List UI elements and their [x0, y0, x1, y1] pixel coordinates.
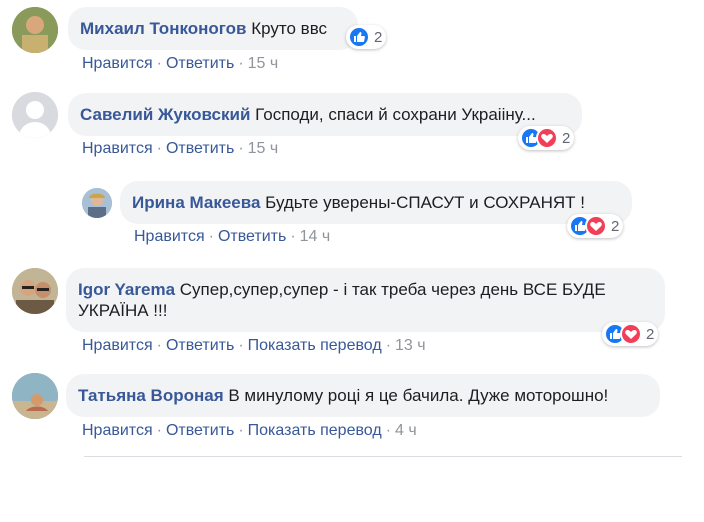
- comment-actions: Нравится · Ответить · Показать перевод · 13 ч: [82, 336, 426, 356]
- heart-icon: [585, 215, 607, 237]
- comment-bubble: Ирина Макеева Будьте уверены-СПАСУТ и СО…: [120, 181, 632, 224]
- comment-bubble: Igor Yarema Супер,супер,супер - і так тр…: [66, 268, 665, 332]
- like-link[interactable]: Нравится: [82, 140, 153, 157]
- separator: ·: [290, 228, 296, 245]
- like-link[interactable]: Нравится: [82, 422, 153, 439]
- comment-actions: Нравится · Ответить · 15 ч: [82, 54, 278, 74]
- comment-bubble: Татьяна Вороная В минулому році я це бач…: [66, 374, 660, 417]
- like-link[interactable]: Нравится: [82, 55, 153, 72]
- avatar-photo: [82, 188, 112, 218]
- reply-link[interactable]: Ответить: [166, 337, 234, 354]
- comment-text: Господи, спаси й сохрани Украiiну...: [255, 105, 536, 124]
- comment-actions: Нравится · Ответить · 15 ч: [82, 139, 278, 159]
- timestamp[interactable]: 13 ч: [395, 337, 426, 354]
- comment-bubble: Савелий Жуковский Господи, спаси й сохра…: [68, 93, 582, 136]
- timestamp[interactable]: 15 ч: [248, 140, 279, 157]
- separator: ·: [238, 140, 244, 157]
- separator: ·: [156, 422, 162, 439]
- separator: ·: [385, 337, 392, 354]
- avatar[interactable]: [82, 188, 112, 218]
- avatar-photo: [12, 7, 58, 53]
- reply-link[interactable]: Ответить: [218, 228, 286, 245]
- separator: ·: [238, 337, 244, 354]
- avatar[interactable]: [12, 373, 58, 419]
- default-avatar-icon: [12, 92, 58, 138]
- avatar[interactable]: [12, 7, 58, 53]
- reaction-summary[interactable]: 2: [518, 126, 575, 150]
- reaction-count: 2: [646, 325, 655, 343]
- comment-author[interactable]: Igor Yarema: [78, 280, 175, 299]
- comment-actions: Нравится · Ответить · 14 ч: [134, 227, 330, 247]
- like-link[interactable]: Нравится: [134, 228, 205, 245]
- reply-link[interactable]: Ответить: [166, 422, 234, 439]
- timestamp[interactable]: 4 ч: [395, 422, 417, 439]
- avatar[interactable]: [12, 92, 58, 138]
- avatar-photo: [12, 373, 58, 419]
- heart-icon: [536, 127, 558, 149]
- heart-icon: [620, 323, 642, 345]
- comment-author[interactable]: Татьяна Вороная: [78, 386, 224, 405]
- comment-actions: Нравится · Ответить · Показать перевод · 4 ч: [82, 421, 417, 441]
- comment-bubble: Михаил Тонконогов Круто ввс: [68, 7, 358, 50]
- avatar-photo: [12, 268, 58, 314]
- show-translation-link[interactable]: Показать перевод: [248, 422, 382, 439]
- reaction-count: 2: [562, 129, 571, 147]
- show-translation-link[interactable]: Показать перевод: [248, 337, 382, 354]
- avatar[interactable]: [12, 268, 58, 314]
- separator: ·: [156, 55, 162, 72]
- reply-link[interactable]: Ответить: [166, 55, 234, 72]
- reaction-count: 2: [374, 28, 383, 46]
- comment-author[interactable]: Савелий Жуковский: [80, 105, 250, 124]
- comment-text: В минулому році я це бачила. Дуже моторо…: [228, 386, 609, 405]
- timestamp[interactable]: 14 ч: [300, 228, 331, 245]
- separator: ·: [238, 422, 244, 439]
- separator: ·: [385, 422, 392, 439]
- comment-text: Круто ввс: [251, 19, 328, 38]
- comment-author[interactable]: Михаил Тонконогов: [80, 19, 246, 38]
- thumbs-up-icon: [348, 26, 370, 48]
- reaction-summary[interactable]: 2: [567, 214, 624, 238]
- reply-link[interactable]: Ответить: [166, 140, 234, 157]
- reaction-summary[interactable]: 2: [346, 25, 387, 49]
- reaction-count: 2: [611, 217, 620, 235]
- timestamp[interactable]: 15 ч: [248, 55, 279, 72]
- comment-text: Будьте уверены-СПАСУТ и СОХРАНЯТ !: [265, 193, 585, 212]
- like-link[interactable]: Нравится: [82, 337, 153, 354]
- comment-author[interactable]: Ирина Макеева: [132, 193, 260, 212]
- reaction-summary[interactable]: 2: [602, 322, 659, 346]
- separator: ·: [238, 55, 244, 72]
- separator: ·: [156, 140, 162, 157]
- separator: ·: [208, 228, 214, 245]
- divider: [84, 456, 682, 457]
- separator: ·: [156, 337, 162, 354]
